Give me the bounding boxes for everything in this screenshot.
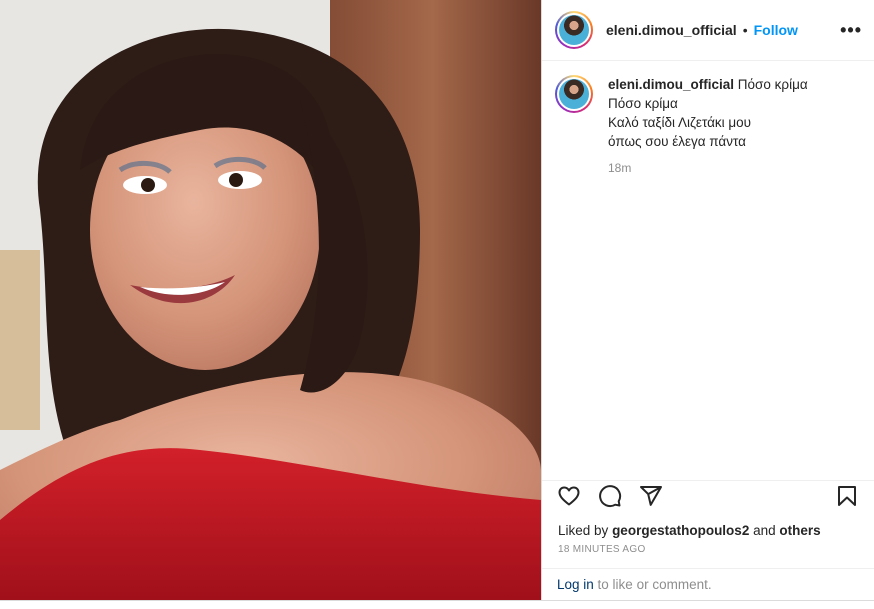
caption-text-3: Καλό ταξίδι Λιζετάκι μου xyxy=(608,115,752,130)
caption-text-1: Πόσο κρίμα xyxy=(737,77,808,92)
likes-and: and xyxy=(753,523,776,538)
caption-avatar[interactable] xyxy=(555,75,593,113)
post-photo-image xyxy=(0,0,541,600)
post-side-panel: eleni.dimou_official • Follow ••• eleni.… xyxy=(541,0,874,600)
action-bar xyxy=(542,480,874,511)
avatar-image xyxy=(559,15,589,45)
caption-avatar-border xyxy=(557,77,591,111)
post-header: eleni.dimou_official • Follow ••• xyxy=(542,0,874,61)
caption-body: eleni.dimou_official Πόσο κρίμα Πόσο κρί… xyxy=(608,75,808,178)
likes-user[interactable]: georgestathopoulos2 xyxy=(612,523,749,538)
caption-username[interactable]: eleni.dimou_official xyxy=(608,77,734,92)
share-icon[interactable] xyxy=(638,483,664,509)
bottom-border xyxy=(0,600,874,609)
post-timestamp[interactable]: 18 MINUTES AGO xyxy=(558,544,646,555)
login-link[interactable]: Log in xyxy=(557,577,594,592)
comment-icon[interactable] xyxy=(597,483,623,509)
login-prompt: Log in to like or comment. xyxy=(542,568,874,600)
caption-avatar-image xyxy=(559,79,589,109)
login-rest: to like or comment. xyxy=(593,577,712,592)
header-username[interactable]: eleni.dimou_official xyxy=(606,22,737,38)
caption: eleni.dimou_official Πόσο κρίμα Πόσο κρί… xyxy=(542,61,874,178)
caption-text-4: όπως σου έλεγα πάντα xyxy=(608,134,746,149)
likes-prefix: Liked by xyxy=(558,523,609,538)
avatar-border xyxy=(557,13,591,47)
action-row xyxy=(556,481,860,511)
bookmark-icon[interactable] xyxy=(834,483,860,509)
caption-time[interactable]: 18m xyxy=(608,159,808,178)
likes-summary: Liked by georgestathopoulos2 and others xyxy=(558,523,821,538)
avatar[interactable] xyxy=(555,11,593,49)
heart-icon[interactable] xyxy=(556,483,582,509)
post-photo[interactable] xyxy=(0,0,541,600)
caption-line-1: eleni.dimou_official Πόσο κρίμα xyxy=(608,75,808,94)
more-options-icon[interactable]: ••• xyxy=(840,20,862,41)
follow-button[interactable]: Follow xyxy=(754,22,798,38)
caption-text-2: Πόσο κρίμα xyxy=(608,96,678,111)
header-separator: • xyxy=(742,22,748,38)
likes-others[interactable]: others xyxy=(779,523,820,538)
instagram-post-view: eleni.dimou_official • Follow ••• eleni.… xyxy=(0,0,874,609)
